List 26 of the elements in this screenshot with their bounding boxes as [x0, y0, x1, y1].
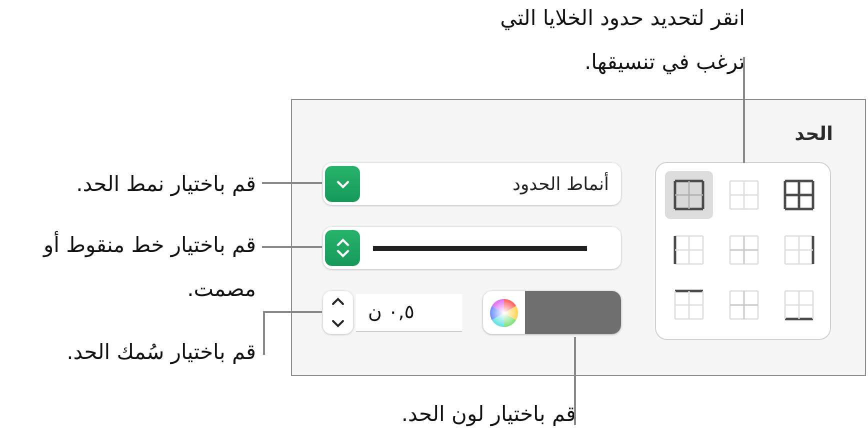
section-title: الحد	[794, 122, 833, 147]
color-wheel-icon	[489, 298, 519, 328]
chevron-down-icon	[331, 318, 345, 328]
chevron-up-icon	[331, 297, 345, 306]
border-preset-icon	[728, 234, 760, 266]
border-preset-icon	[783, 234, 815, 266]
callout-text: قم باختيار خط منقوط أو مصمت.	[42, 230, 256, 303]
border-preset-icon	[783, 289, 815, 321]
chevron-down-icon	[336, 180, 350, 188]
callout-text: انقر لتحديد حدود الخلايا التي ترغب في تنسيقها.	[499, 5, 745, 76]
up-down-chevron-icon	[336, 237, 350, 259]
border-style-menu[interactable]: أنماط الحدود	[323, 163, 621, 205]
width-field[interactable]: ٠,٥ ن	[356, 294, 462, 332]
callout-text: قم باختيار سُمك الحد.	[66, 339, 256, 366]
border-preset-icon	[673, 234, 705, 266]
callout-text: قم باختيار لون الحد.	[400, 401, 576, 428]
callout-text: قم باختيار نمط الحد.	[75, 171, 256, 198]
border-preset-icon	[673, 179, 705, 211]
border-preset-icon	[673, 289, 705, 321]
line-style-menu[interactable]	[323, 227, 621, 269]
border-preset-icon	[728, 179, 760, 211]
color-well[interactable]	[483, 291, 621, 334]
border-preset-button[interactable]	[665, 171, 713, 219]
border-preset-icon	[783, 179, 815, 211]
width-stepper[interactable]	[323, 291, 353, 334]
border-preset-icon	[728, 289, 760, 321]
